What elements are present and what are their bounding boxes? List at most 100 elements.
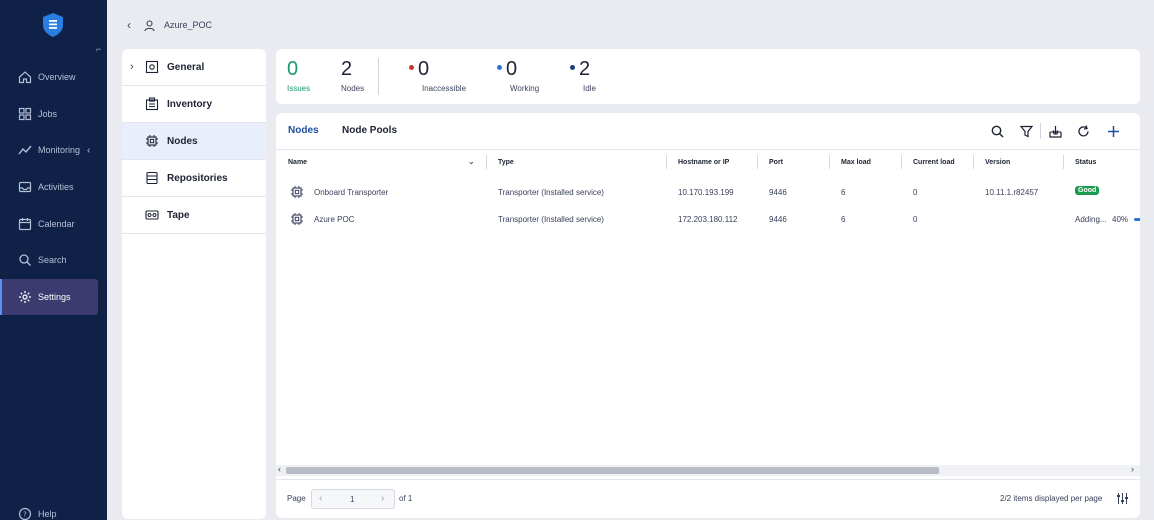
page-number-input[interactable]: 1 bbox=[350, 495, 354, 504]
column-divider[interactable] bbox=[829, 155, 830, 169]
chevron-down-icon[interactable]: ⌄ bbox=[468, 157, 475, 166]
page-label: Page bbox=[287, 494, 306, 503]
column-header-version[interactable]: Version bbox=[985, 159, 1010, 166]
column-header-hostname[interactable]: Hostname or IP bbox=[678, 159, 729, 166]
sidebar-collapse-handle[interactable]: ⌐ bbox=[96, 44, 101, 54]
cell-current-load: 0 bbox=[913, 188, 918, 197]
table-row[interactable]: Azure POC Transporter (Installed service… bbox=[276, 205, 1140, 232]
cell-port: 9446 bbox=[769, 188, 787, 197]
submenu-item-inventory[interactable]: Inventory bbox=[122, 86, 266, 123]
breadcrumb: ‹ Azure_POC bbox=[127, 16, 212, 34]
column-settings-icon[interactable] bbox=[1116, 492, 1129, 505]
nav-item-label: Overview bbox=[38, 72, 76, 82]
column-divider[interactable] bbox=[486, 155, 487, 169]
breadcrumb-title[interactable]: Azure_POC bbox=[164, 20, 212, 30]
nav-item-label: Activities bbox=[38, 182, 74, 192]
filter-icon[interactable] bbox=[1019, 124, 1034, 139]
nav-item-overview[interactable]: Overview bbox=[0, 59, 98, 95]
column-divider[interactable] bbox=[1063, 155, 1064, 169]
horizontal-scrollbar[interactable]: ‹ › bbox=[276, 464, 1140, 476]
submenu-item-label: General bbox=[167, 61, 205, 73]
tab-nodes[interactable]: Nodes bbox=[288, 125, 319, 136]
column-header-current-load[interactable]: Current load bbox=[913, 159, 955, 166]
search-icon[interactable] bbox=[990, 124, 1005, 139]
column-header-type[interactable]: Type bbox=[498, 159, 514, 166]
column-header-name[interactable]: Name bbox=[288, 159, 307, 166]
stat-inaccessible[interactable]: 0 Inaccessible bbox=[409, 58, 466, 93]
column-divider[interactable] bbox=[973, 155, 974, 169]
page-selector: ‹ 1 › bbox=[311, 489, 395, 509]
stat-value: 0 bbox=[418, 58, 430, 80]
node-stats-card: 0 Issues 2 Nodes 0 Inaccessible 0 Workin… bbox=[276, 49, 1140, 104]
submenu-item-nodes[interactable]: Nodes bbox=[122, 123, 266, 160]
stat-issues[interactable]: 0 Issues bbox=[287, 58, 310, 93]
chip-icon bbox=[146, 135, 158, 147]
progress-bar bbox=[1134, 218, 1140, 221]
nodes-panel: Nodes Node Pools Name ⌄ Type Hostname or… bbox=[276, 113, 1140, 518]
column-header-port[interactable]: Port bbox=[769, 159, 783, 166]
stat-label: Nodes bbox=[341, 84, 365, 93]
stat-label: Inaccessible bbox=[422, 84, 467, 93]
nav-item-calendar[interactable]: Calendar bbox=[0, 206, 98, 242]
stat-working[interactable]: 0 Working bbox=[497, 58, 539, 93]
chip-icon bbox=[291, 186, 303, 198]
stat-value: 2 bbox=[341, 58, 353, 80]
general-settings-icon bbox=[145, 60, 159, 74]
submenu-item-label: Inventory bbox=[167, 98, 213, 110]
search-icon bbox=[19, 254, 31, 266]
cell-name: Azure POC bbox=[314, 215, 355, 224]
app-logo-icon[interactable] bbox=[43, 13, 63, 37]
tab-bar: Nodes Node Pools bbox=[276, 113, 1140, 150]
nav-item-label: Help bbox=[38, 509, 57, 519]
repository-icon bbox=[146, 171, 158, 185]
gear-icon bbox=[19, 291, 31, 303]
home-icon bbox=[18, 71, 32, 84]
cell-type: Transporter (Installed service) bbox=[498, 215, 604, 224]
prev-page-icon[interactable]: ‹ bbox=[319, 493, 322, 504]
activities-inbox-icon bbox=[18, 181, 32, 193]
stat-idle[interactable]: 2 Idle bbox=[570, 58, 596, 93]
scrollbar-thumb[interactable] bbox=[286, 467, 939, 474]
column-divider[interactable] bbox=[757, 155, 758, 169]
nav-item-monitoring[interactable]: Monitoring ‹ bbox=[0, 132, 98, 168]
table-row[interactable]: Onboard Transporter Transporter (Install… bbox=[276, 178, 1140, 205]
nav-item-label: Calendar bbox=[38, 219, 75, 229]
status-dot-icon bbox=[497, 65, 502, 70]
submenu-item-general[interactable]: › General bbox=[122, 49, 266, 86]
stat-label: Issues bbox=[287, 84, 311, 93]
tab-node-pools[interactable]: Node Pools bbox=[342, 125, 397, 136]
column-header-status[interactable]: Status bbox=[1075, 159, 1096, 166]
scroll-left-icon[interactable]: ‹ bbox=[278, 464, 281, 474]
column-header-max-load[interactable]: Max load bbox=[841, 159, 871, 166]
back-arrow-icon[interactable]: ‹ bbox=[127, 18, 131, 32]
column-divider[interactable] bbox=[901, 155, 902, 169]
column-divider[interactable] bbox=[666, 155, 667, 169]
nav-item-search[interactable]: Search bbox=[0, 242, 98, 278]
import-icon[interactable] bbox=[1048, 124, 1063, 139]
submenu-item-label: Nodes bbox=[167, 135, 198, 147]
chevron-left-icon: ‹ bbox=[87, 144, 91, 156]
page-total: of 1 bbox=[399, 494, 413, 503]
table-header: Name ⌄ Type Hostname or IP Port Max load… bbox=[276, 151, 1140, 175]
items-summary: 2/2 items displayed per page bbox=[1000, 494, 1103, 503]
add-icon[interactable] bbox=[1106, 124, 1121, 139]
status-badge: Good bbox=[1075, 186, 1100, 195]
user-icon bbox=[144, 19, 155, 31]
scroll-right-icon[interactable]: › bbox=[1131, 464, 1134, 474]
submenu-item-repositories[interactable]: Repositories bbox=[122, 160, 266, 197]
chevron-right-icon[interactable]: › bbox=[130, 61, 134, 73]
nav-item-settings[interactable]: Settings bbox=[0, 279, 98, 315]
cell-max-load: 6 bbox=[841, 188, 846, 197]
cell-max-load: 6 bbox=[841, 215, 846, 224]
refresh-icon[interactable] bbox=[1076, 124, 1091, 139]
submenu-item-tape[interactable]: Tape bbox=[122, 197, 266, 234]
cell-port: 9446 bbox=[769, 215, 787, 224]
submenu-item-label: Tape bbox=[167, 209, 190, 221]
next-page-icon[interactable]: › bbox=[381, 493, 384, 504]
progress-percent: 40% bbox=[1112, 215, 1129, 224]
nav-item-jobs[interactable]: Jobs bbox=[0, 96, 98, 132]
nav-item-help[interactable]: ? Help bbox=[0, 496, 98, 520]
cell-type: Transporter (Installed service) bbox=[498, 188, 604, 197]
nav-item-activities[interactable]: Activities bbox=[0, 169, 98, 205]
stat-nodes: 2 Nodes bbox=[341, 58, 364, 93]
